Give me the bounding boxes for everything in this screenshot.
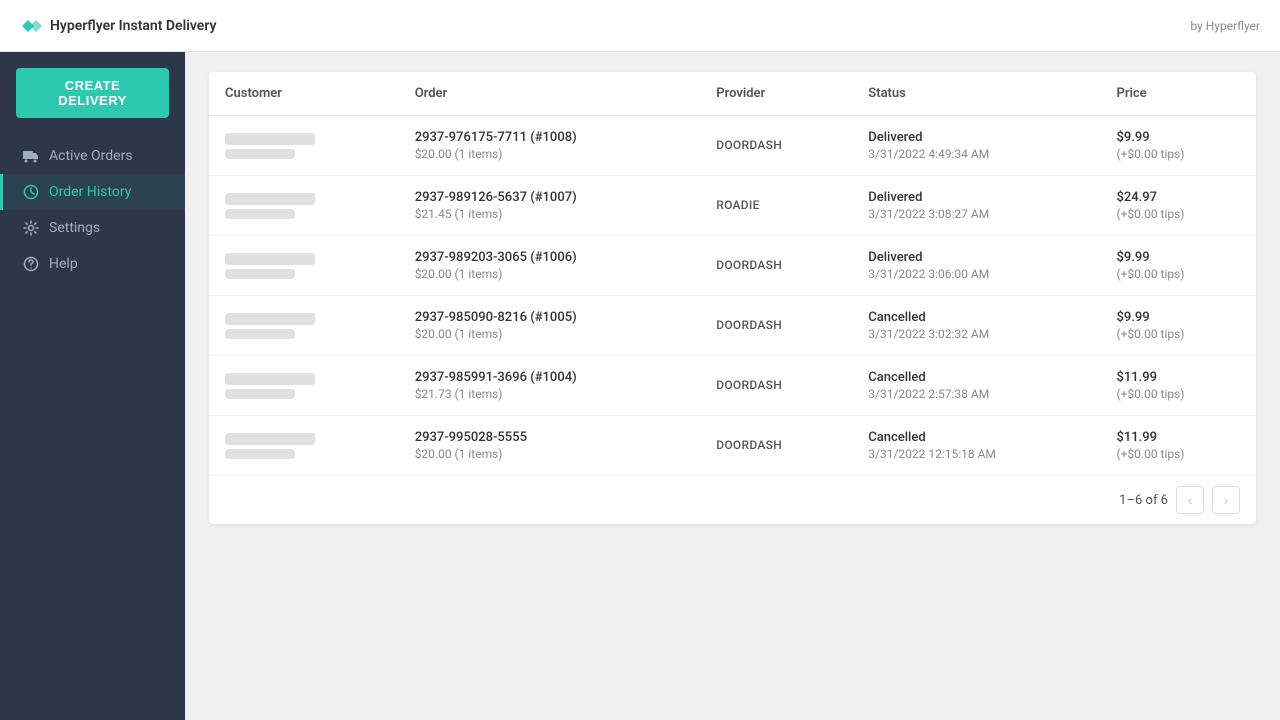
sidebar-item-help[interactable]: Help (0, 246, 185, 282)
table-row[interactable]: 2937-985090-8216 (#1005)$20.00 (1 items)… (209, 296, 1256, 356)
sidebar-item-order-history[interactable]: Order History (0, 174, 185, 210)
status-cell: Delivered3/31/2022 3:06:00 AM (852, 236, 1100, 296)
price-cell: $24.97(+$0.00 tips) (1101, 176, 1257, 236)
main-layout: CREATE DELIVERY Active Orders Order Hist… (0, 52, 1280, 720)
question-icon (23, 256, 39, 272)
orders-table: Customer Order Provider Status Price 293… (209, 72, 1256, 475)
status-cell: Cancelled3/31/2022 3:02:32 AM (852, 296, 1100, 356)
order-cell: 2937-985991-3696 (#1004)$21.73 (1 items) (399, 356, 701, 416)
customer-cell (209, 176, 399, 236)
create-delivery-button[interactable]: CREATE DELIVERY (16, 68, 169, 118)
order-cell: 2937-995028-5555$20.00 (1 items) (399, 416, 701, 476)
gear-icon (23, 220, 39, 236)
price-cell: $9.99(+$0.00 tips) (1101, 116, 1257, 176)
table-row[interactable]: 2937-976175-7711 (#1008)$20.00 (1 items)… (209, 116, 1256, 176)
pagination-next-button[interactable]: › (1212, 486, 1240, 514)
truck-icon (23, 148, 39, 164)
sidebar-order-history-label: Order History (49, 184, 131, 200)
status-cell: Delivered3/31/2022 3:08:27 AM (852, 176, 1100, 236)
status-cell: Delivered3/31/2022 4:49:34 AM (852, 116, 1100, 176)
pagination-label: 1–6 of 6 (1119, 493, 1168, 508)
status-cell: Cancelled3/31/2022 2:57:38 AM (852, 356, 1100, 416)
sidebar: CREATE DELIVERY Active Orders Order Hist… (0, 52, 185, 720)
order-cell: 2937-989203-3065 (#1006)$20.00 (1 items) (399, 236, 701, 296)
table-row[interactable]: 2937-995028-5555$20.00 (1 items)DOORDASH… (209, 416, 1256, 476)
provider-cell: DOORDASH (700, 356, 852, 416)
provider-cell: DOORDASH (700, 296, 852, 356)
orders-table-card: Customer Order Provider Status Price 293… (209, 72, 1256, 524)
sidebar-help-label: Help (49, 256, 78, 272)
clock-icon (23, 184, 39, 200)
col-provider: Provider (700, 72, 852, 116)
topbar: Hyperflyer Instant Delivery by Hyperflye… (0, 0, 1280, 52)
customer-cell (209, 416, 399, 476)
col-customer: Customer (209, 72, 399, 116)
table-row[interactable]: 2937-985991-3696 (#1004)$21.73 (1 items)… (209, 356, 1256, 416)
provider-cell: DOORDASH (700, 116, 852, 176)
logo: Hyperflyer Instant Delivery (20, 18, 216, 34)
sidebar-active-orders-label: Active Orders (49, 148, 133, 164)
order-cell: 2937-989126-5637 (#1007)$21.45 (1 items) (399, 176, 701, 236)
provider-cell: DOORDASH (700, 236, 852, 296)
topbar-by-text: by Hyperflyer (1190, 19, 1260, 33)
pagination-prev-button[interactable]: ‹ (1176, 486, 1204, 514)
status-cell: Cancelled3/31/2022 12:15:18 AM (852, 416, 1100, 476)
order-cell: 2937-985090-8216 (#1005)$20.00 (1 items) (399, 296, 701, 356)
pagination: 1–6 of 6 ‹ › (209, 475, 1256, 524)
customer-cell (209, 296, 399, 356)
table-row[interactable]: 2937-989126-5637 (#1007)$21.45 (1 items)… (209, 176, 1256, 236)
provider-cell: ROADIE (700, 176, 852, 236)
content-area: Customer Order Provider Status Price 293… (185, 52, 1280, 720)
sidebar-item-active-orders[interactable]: Active Orders (0, 138, 185, 174)
price-cell: $9.99(+$0.00 tips) (1101, 236, 1257, 296)
logo-icon (20, 18, 42, 34)
customer-cell (209, 116, 399, 176)
col-order: Order (399, 72, 701, 116)
provider-cell: DOORDASH (700, 416, 852, 476)
sidebar-item-settings[interactable]: Settings (0, 210, 185, 246)
order-cell: 2937-976175-7711 (#1008)$20.00 (1 items) (399, 116, 701, 176)
price-cell: $11.99(+$0.00 tips) (1101, 416, 1257, 476)
sidebar-settings-label: Settings (49, 220, 100, 236)
price-cell: $9.99(+$0.00 tips) (1101, 296, 1257, 356)
customer-cell (209, 236, 399, 296)
col-price: Price (1101, 72, 1257, 116)
customer-cell (209, 356, 399, 416)
table-row[interactable]: 2937-989203-3065 (#1006)$20.00 (1 items)… (209, 236, 1256, 296)
col-status: Status (852, 72, 1100, 116)
price-cell: $11.99(+$0.00 tips) (1101, 356, 1257, 416)
